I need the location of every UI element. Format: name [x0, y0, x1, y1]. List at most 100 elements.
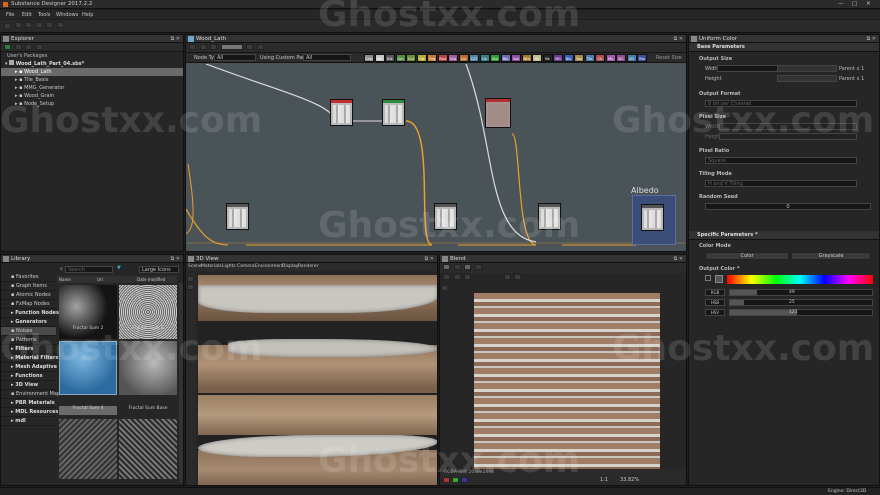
color-swatch-11[interactable]: Uv: [479, 54, 490, 62]
explorer-item-wood-grain[interactable]: ▸ ▪ Wood_Grain: [1, 92, 183, 100]
filter-icon[interactable]: [25, 44, 33, 50]
view3d-menu-camera[interactable]: Camera: [237, 264, 255, 269]
open-icon[interactable]: [14, 22, 22, 28]
maximize-button[interactable]: □: [852, 1, 857, 7]
explorer-item-mmg-generator[interactable]: ▸ ▪ MMG_Generator: [1, 84, 183, 92]
color-mode-grayscale-button[interactable]: Grayscale: [791, 252, 871, 260]
sync-icon[interactable]: [464, 274, 472, 280]
channel-mode-1[interactable]: HSB: [705, 299, 725, 306]
close-button[interactable]: ✕: [866, 1, 871, 7]
library-category-1[interactable]: ▪ Graph Items: [1, 282, 56, 291]
panel-float-icon[interactable]: ⧉ ✕: [171, 35, 180, 43]
layout-icon[interactable]: [256, 44, 264, 50]
mesh-icon[interactable]: [187, 276, 194, 282]
pin-icon[interactable]: [246, 44, 254, 50]
panel-float-icon[interactable]: ⧉ ✕: [674, 35, 683, 43]
px-width-field[interactable]: [719, 123, 857, 130]
tiling-icon[interactable]: [474, 264, 482, 270]
reset-size-label[interactable]: Reset Size: [656, 55, 682, 61]
graph-node-4[interactable]: [226, 203, 249, 230]
menu-file[interactable]: File: [6, 12, 14, 18]
library-category-9[interactable]: ▸ Material Filters: [1, 354, 58, 363]
color-swatch-15[interactable]: Wht: [521, 54, 532, 62]
close-view-icon[interactable]: [453, 274, 461, 280]
explorer-item-node-setup[interactable]: ▸ ▪ Node_Setup: [1, 100, 183, 108]
camera-icon[interactable]: [187, 284, 194, 290]
color-swatch-2[interactable]: Blk: [385, 54, 395, 62]
channel-mode-2[interactable]: HSV: [705, 309, 725, 316]
graph-settings-icon[interactable]: [189, 44, 196, 50]
channel-slider-1[interactable]: [729, 299, 873, 306]
color-swatch-3[interactable]: Grn: [395, 54, 406, 62]
view3d-viewport[interactable]: [198, 275, 437, 485]
col-name[interactable]: Name: [59, 277, 71, 282]
save-icon[interactable]: [25, 22, 33, 28]
graph-node-1[interactable]: [330, 99, 353, 126]
library-category-4[interactable]: ▸ Function Nodes: [1, 309, 59, 318]
random-seed-field[interactable]: 0: [705, 203, 871, 210]
library-category-12[interactable]: ▸ 3D View: [1, 381, 56, 390]
library-category-14[interactable]: ▸ PBR Materials: [1, 399, 56, 408]
library-search-input[interactable]: Search: [65, 266, 113, 273]
view3d-menu-lights[interactable]: Lights: [222, 264, 236, 269]
view3d-menu-scene[interactable]: Scene: [188, 264, 202, 269]
view3d-menu-display[interactable]: Display: [282, 264, 299, 269]
menu-edit[interactable]: Edit: [22, 12, 32, 18]
width-field[interactable]: [777, 65, 837, 72]
color-swatch[interactable]: [715, 275, 723, 283]
graph-node-2[interactable]: [382, 99, 405, 126]
col-date[interactable]: Date modified: [137, 277, 165, 282]
ratio-label[interactable]: 1:1: [600, 477, 608, 483]
redo-icon[interactable]: [56, 22, 64, 28]
panel-float-icon[interactable]: ⧉ ✕: [867, 35, 876, 43]
library-category-16[interactable]: ▸ mdl: [1, 417, 56, 426]
view-mode-select[interactable]: Large Icons: [139, 266, 179, 273]
library-category-0[interactable]: ▪ Favorites: [1, 273, 56, 282]
align-icon[interactable]: [199, 44, 207, 50]
frame-icon[interactable]: [210, 44, 218, 50]
library-thumb-fractal-sum-base[interactable]: [119, 341, 177, 395]
using-custom-select[interactable]: All: [303, 54, 351, 61]
view3d-menu-materials[interactable]: Materials: [201, 264, 222, 269]
color-swatch-8[interactable]: Grd: [448, 54, 458, 62]
library-category-5[interactable]: ▸ Generators: [1, 318, 56, 327]
edit-icon[interactable]: [443, 264, 450, 270]
fit-icon[interactable]: [443, 274, 450, 280]
hue-spectrum[interactable]: [727, 275, 873, 284]
pixel-ratio-select[interactable]: Square: [705, 157, 857, 164]
panel-float-icon[interactable]: ⧉ ✕: [674, 255, 683, 263]
color-swatch-1[interactable]: Wh: [374, 54, 385, 62]
color-swatch-9[interactable]: Col: [458, 54, 469, 62]
color-mode-color-button[interactable]: Color: [705, 252, 789, 260]
comment-icon[interactable]: [220, 44, 243, 50]
node-type-select[interactable]: All: [214, 54, 256, 61]
eyedropper-icon[interactable]: [705, 275, 711, 281]
library-category-2[interactable]: ▪ Atomic Nodes: [1, 291, 56, 300]
library-category-8[interactable]: ▸ Filters: [1, 345, 56, 354]
col-url[interactable]: Url: [97, 277, 103, 282]
library-category-11[interactable]: ▸ Functions: [1, 372, 56, 381]
explorer-item-wood-lath[interactable]: ▸ ▪ Wood_Lath: [1, 68, 183, 76]
panel-float-icon[interactable]: ⧉ ✕: [425, 255, 434, 263]
settings-icon[interactable]: [35, 44, 43, 50]
color-swatch-0[interactable]: Gray: [364, 54, 374, 62]
color-swatch-25[interactable]: SG: [626, 54, 637, 62]
color-swatch-20[interactable]: Tan: [574, 54, 584, 62]
output-node-albedo[interactable]: [641, 204, 664, 231]
library-thumb-5[interactable]: [59, 419, 117, 479]
brush-icon[interactable]: [441, 285, 448, 291]
output-format-select[interactable]: 8 bit per Channel: [705, 100, 857, 107]
library-thumb-6[interactable]: [119, 419, 177, 479]
image-icon[interactable]: [453, 264, 461, 270]
library-category-13[interactable]: ▪ Environment Maps: [1, 390, 63, 399]
color-swatch-5[interactable]: Ylw: [416, 54, 427, 62]
library-category-15[interactable]: ▸ MDL Resources: [1, 408, 58, 417]
height-field[interactable]: [777, 75, 837, 82]
color-swatch-13[interactable]: Bln: [500, 54, 511, 62]
save-all-icon[interactable]: [35, 22, 43, 28]
view3d-menu-renderer[interactable]: Renderer: [298, 264, 319, 269]
explorer-item-tile-basis[interactable]: ▸ ▪ Tile_Basis: [1, 76, 183, 84]
library-category-7[interactable]: ▪ Patterns: [1, 336, 56, 345]
rgb-channel-icon[interactable]: [443, 477, 450, 483]
color-swatch-23[interactable]: Ms: [605, 54, 616, 62]
